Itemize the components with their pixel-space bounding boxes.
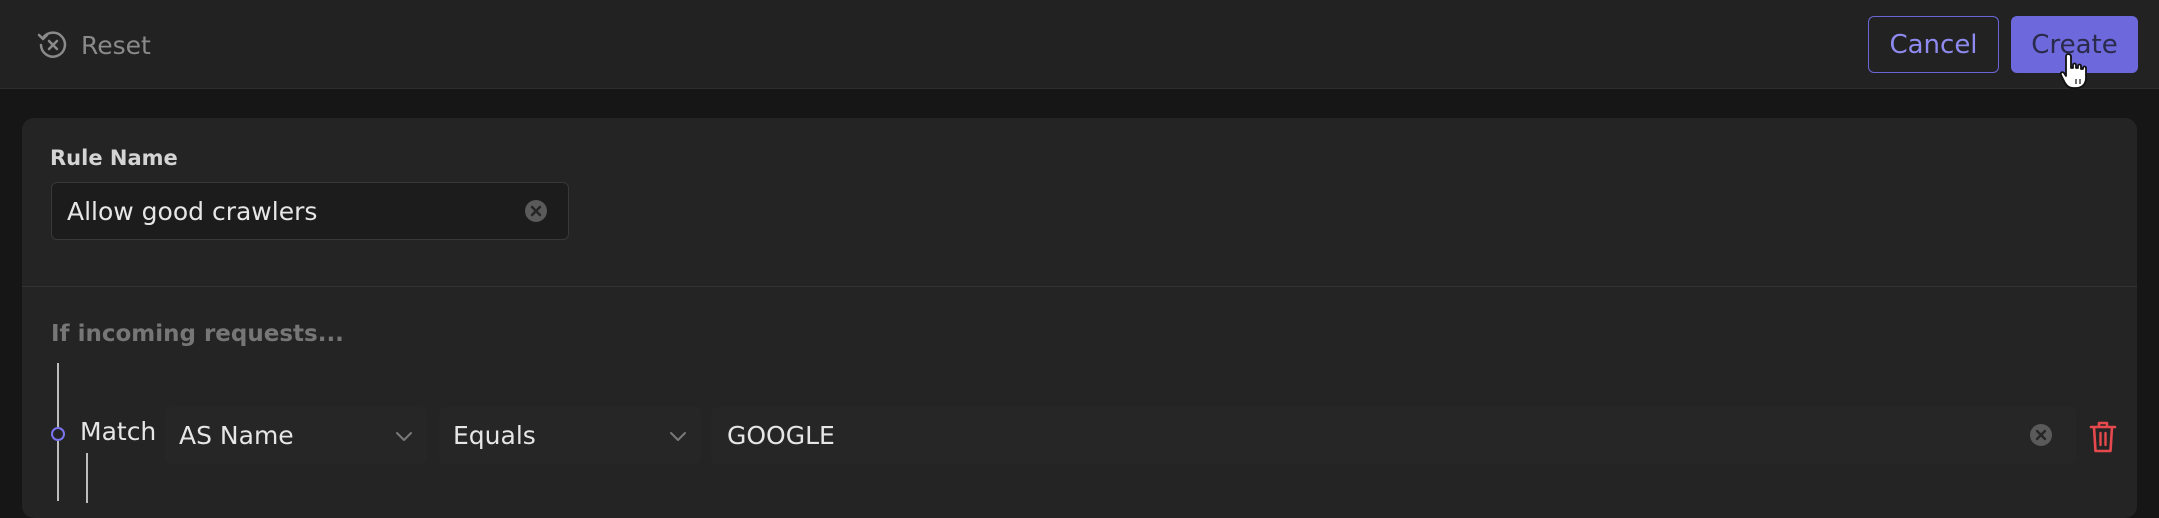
tree-connector [86,453,88,503]
conditions-heading: If incoming requests... [51,321,344,347]
cancel-label: Cancel [1889,29,1978,60]
field-select-value: AS Name [179,421,294,450]
create-label: Create [2031,29,2118,60]
clear-icon[interactable] [2028,422,2054,448]
create-button[interactable]: Create [2011,16,2138,73]
rule-name-section: Rule Name Allow good crawlers [22,118,2137,287]
match-operator-label: Match [80,417,157,446]
reset-button[interactable]: Reset [36,26,151,64]
trash-icon[interactable] [2088,420,2118,454]
comparison-select-value: Equals [453,421,536,450]
chevron-down-icon [396,432,412,441]
rule-card: Rule Name Allow good crawlers If incomin… [22,118,2137,518]
rule-name-input[interactable]: Allow good crawlers [51,182,569,240]
rule-name-value: Allow good crawlers [67,196,318,226]
tree-connector [57,441,59,501]
condition-node [51,427,65,441]
tree-connector [57,363,59,427]
comparison-select[interactable]: Equals [439,407,701,464]
chevron-down-icon [670,432,686,441]
condition-value-input[interactable]: GOOGLE [711,407,2076,464]
cancel-button[interactable]: Cancel [1868,16,1999,73]
rule-name-label: Rule Name [50,146,178,170]
reset-icon [37,31,67,58]
clear-icon[interactable] [523,198,549,224]
toolbar: Reset Cancel Create [0,0,2159,89]
condition-value: GOOGLE [727,421,835,450]
reset-label: Reset [81,30,151,60]
field-select[interactable]: AS Name [165,407,427,464]
